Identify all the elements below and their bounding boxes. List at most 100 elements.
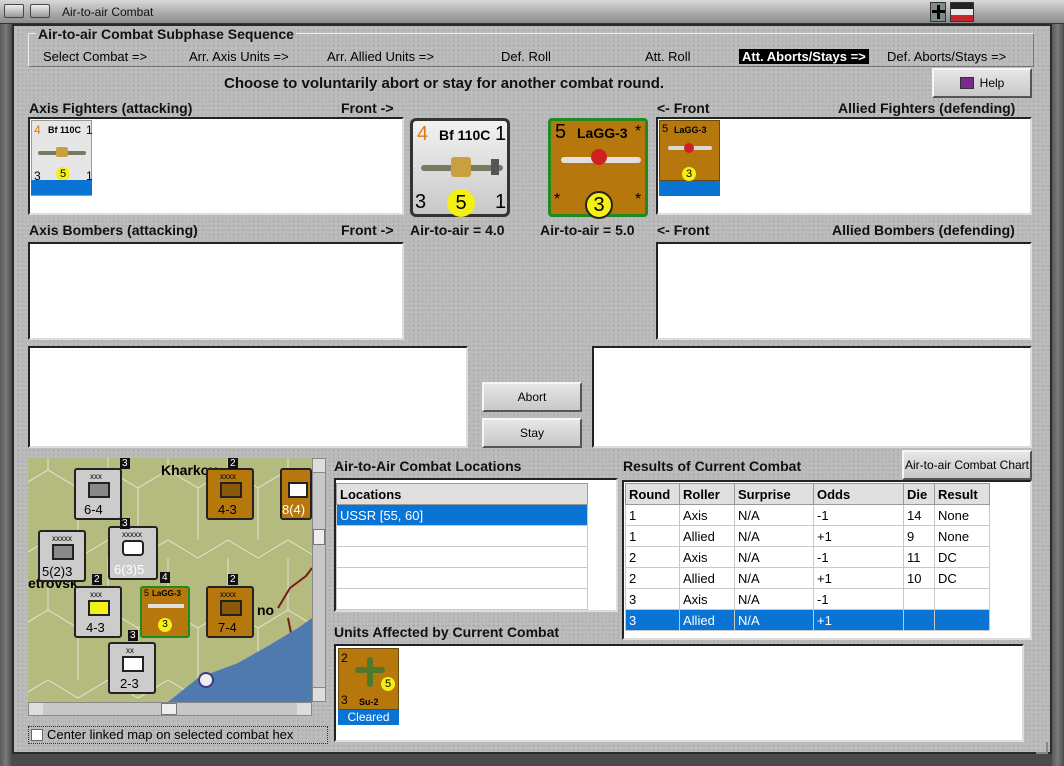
air-to-air-combat-chart-button[interactable]: Air-to-air Combat Chart	[902, 450, 1032, 480]
results-row[interactable]: 1 Axis N/A -1 14 None	[625, 504, 990, 526]
book-icon	[959, 77, 974, 89]
results-cell	[934, 609, 990, 631]
results-cell: Axis	[679, 588, 735, 610]
results-row[interactable]: 2 Axis N/A -1 11 DC	[625, 546, 990, 568]
allied-air-to-air-value: Air-to-air = 5.0	[540, 222, 635, 238]
allied-fighters-list[interactable]: 5 LaGG-3 3	[656, 117, 1032, 215]
frame-left	[0, 24, 12, 766]
help-button[interactable]: Help	[932, 68, 1032, 98]
stack-count: 3	[120, 458, 130, 469]
location-row[interactable]	[336, 588, 588, 610]
results-col-round[interactable]: Round	[625, 483, 680, 505]
locations-list[interactable]: Locations USSR [55, 60]	[334, 478, 618, 612]
restore-button[interactable]	[30, 4, 50, 18]
axis-fighters-list[interactable]: 4 Bf 110C 1 3 5 1	[28, 117, 404, 215]
scroll-down-arrow-icon[interactable]	[313, 687, 325, 701]
units-affected-heading: Units Affected by Current Combat	[334, 624, 560, 640]
results-table-panel: Round Roller Surprise Odds Die Result 1A…	[622, 480, 1032, 640]
results-row[interactable]: 3 Axis N/A -1	[625, 588, 990, 610]
map-unit-4-3-b[interactable]: xxx 4-3	[74, 586, 122, 638]
results-cell: N/A	[734, 546, 814, 568]
results-cell: 1	[625, 525, 680, 547]
stack-count: 2	[92, 574, 102, 585]
location-row[interactable]	[336, 525, 588, 547]
results-cell: Allied	[679, 567, 735, 589]
results-col-result[interactable]: Result	[934, 483, 990, 505]
map-unit-5-2-3[interactable]: xxxxx 5(2)3	[38, 530, 86, 582]
axis-bombers-front-label: Front ->	[341, 222, 394, 238]
abort-button[interactable]: Abort	[482, 382, 582, 412]
results-cell: N/A	[734, 567, 814, 589]
locations-heading: Air-to-Air Combat Locations	[334, 458, 522, 474]
results-cell: N/A	[734, 588, 814, 610]
results-col-odds[interactable]: Odds	[813, 483, 904, 505]
results-cell: -1	[813, 504, 904, 526]
linked-map[interactable]: Kharkov etrovsk no xxx 6-4 xxxx 4-3 8(4)…	[28, 458, 312, 702]
map-vertical-scrollbar[interactable]	[312, 458, 326, 702]
map-unit-6-4[interactable]: xxx 6-4	[74, 468, 122, 520]
location-row[interactable]	[336, 546, 588, 568]
allied-bombers-list[interactable]	[656, 242, 1032, 340]
scroll-thumb[interactable]	[313, 529, 325, 545]
locations-column-header[interactable]: Locations	[336, 483, 588, 505]
results-cell	[934, 588, 990, 610]
scroll-right-arrow-icon[interactable]	[297, 703, 311, 715]
scroll-thumb[interactable]	[161, 703, 177, 715]
map-horizontal-scrollbar[interactable]	[28, 702, 312, 716]
map-unit-6-3-5[interactable]: xxxxx 6(3)5	[108, 526, 158, 580]
plane-icon	[38, 147, 86, 157]
results-col-roller[interactable]: Roller	[679, 483, 735, 505]
results-cell	[903, 588, 935, 610]
allied-info-panel	[592, 346, 1032, 448]
scroll-left-arrow-icon[interactable]	[29, 703, 43, 715]
stack-count: 2	[228, 574, 238, 585]
map-unit-8-4[interactable]: 8(4)	[280, 468, 312, 520]
units-affected-list[interactable]: 2 5 3 Su-2 Cleared	[334, 644, 1024, 742]
axis-fighters-label: Axis Fighters (attacking)	[29, 100, 193, 116]
sequence-step-arr-axis: Arr. Axis Units =>	[189, 49, 289, 64]
su2-counter[interactable]: 2 5 3 Su-2	[338, 648, 399, 710]
lagg3-plane-icon	[561, 149, 641, 169]
german-flag-icon	[950, 2, 974, 22]
results-cell: N/A	[734, 609, 814, 631]
center-map-option[interactable]: Center linked map on selected combat hex	[28, 726, 328, 744]
results-cell: -1	[813, 588, 904, 610]
results-row-selected[interactable]: 3 Allied N/A +1	[625, 609, 990, 631]
results-cell: None	[934, 504, 990, 526]
selection-bar	[31, 180, 92, 195]
resize-grip-icon[interactable]	[1036, 742, 1048, 754]
bf110-plane-icon	[421, 157, 503, 177]
center-map-checkbox[interactable]	[31, 729, 43, 741]
map-unit-4-3-a[interactable]: xxxx 4-3	[206, 468, 254, 520]
results-table: Round Roller Surprise Odds Die Result 1A…	[625, 483, 990, 631]
map-lagg3-counter[interactable]: 5 LaGG-3 3	[140, 586, 190, 638]
system-menu-button[interactable]	[4, 4, 24, 18]
results-col-die[interactable]: Die	[903, 483, 935, 505]
iron-cross-icon	[930, 2, 946, 22]
scroll-up-arrow-icon[interactable]	[313, 459, 325, 473]
location-row[interactable]: USSR [55, 60]	[336, 504, 588, 526]
axis-bombers-label: Axis Bombers (attacking)	[29, 222, 198, 238]
location-row[interactable]	[336, 567, 588, 589]
map-unit-7-4[interactable]: xxxx 7-4	[206, 586, 254, 638]
help-label: Help	[979, 76, 1005, 90]
stack-count: 3	[120, 518, 130, 529]
axis-info-panel	[28, 346, 468, 448]
map-unit-2-3[interactable]: xx 2-3	[108, 642, 156, 694]
map-city-no: no	[257, 602, 275, 618]
allied-bombers-label: Allied Bombers (defending)	[832, 222, 1015, 238]
allied-fighter-counter-small[interactable]: 5 LaGG-3 3	[659, 120, 720, 181]
sequence-step-att-roll: Att. Roll	[645, 49, 691, 64]
results-col-surprise[interactable]: Surprise	[734, 483, 814, 505]
results-cell: Axis	[679, 504, 735, 526]
stack-count: 3	[128, 630, 138, 641]
results-row[interactable]: 2 Allied N/A +1 10 DC	[625, 567, 990, 589]
sequence-step-def-roll: Def. Roll	[501, 49, 551, 64]
results-heading: Results of Current Combat	[623, 458, 802, 474]
axis-bombers-list[interactable]	[28, 242, 404, 340]
results-cell: 9	[903, 525, 935, 547]
results-row[interactable]: 1 Allied N/A +1 9 None	[625, 525, 990, 547]
results-cell: 1	[625, 504, 680, 526]
stay-button[interactable]: Stay	[482, 418, 582, 448]
results-cell: None	[934, 525, 990, 547]
